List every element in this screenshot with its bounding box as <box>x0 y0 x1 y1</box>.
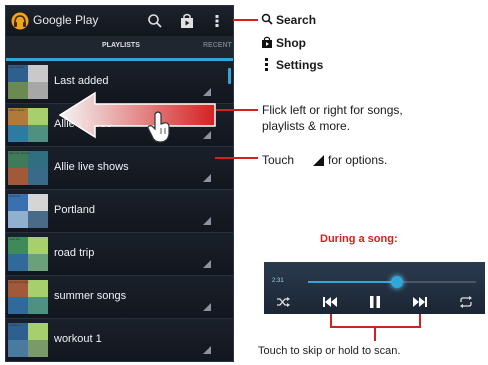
list-item[interactable]: workout 1 workout 1 <box>6 319 233 361</box>
album-art-tile <box>28 194 48 211</box>
seek-track[interactable] <box>308 276 476 288</box>
pause-icon[interactable] <box>368 295 382 309</box>
tab-strip: PLAYLISTS RECENT <box>6 36 233 61</box>
app-title: Google Play <box>33 13 99 27</box>
overflow-menu-icon <box>265 58 268 71</box>
list-item[interactable]: road trip road trip <box>6 233 233 276</box>
playlist-name: Portland <box>54 204 95 216</box>
options-triangle-icon[interactable] <box>202 216 212 226</box>
playlist-thumbnail: Portland <box>8 194 48 228</box>
skip-scan-note: Touch to skip or hold to scan. <box>258 345 401 357</box>
album-art-tile <box>8 211 28 228</box>
callout-touch-suffix: for options. <box>328 153 388 167</box>
overflow-menu-icon[interactable] <box>208 12 226 30</box>
during-song-heading: During a song: <box>320 233 398 245</box>
playlist-name: Allie live shows <box>54 161 129 173</box>
album-art-tile <box>28 340 48 357</box>
options-triangle-icon <box>313 155 324 166</box>
shuffle-icon[interactable] <box>276 296 290 308</box>
playlist-thumbnail: summer songs <box>8 280 48 314</box>
thumbnail-caption: workout 1 <box>9 323 23 327</box>
playlist-name: summer songs <box>54 290 127 302</box>
album-art-tile <box>28 151 48 168</box>
tab-playlists[interactable]: PLAYLISTS <box>102 42 140 49</box>
seek-thumb[interactable] <box>391 276 404 288</box>
album-art-tile <box>8 340 28 357</box>
list-item[interactable]: summer songs summer songs <box>6 276 233 319</box>
list-item[interactable]: Allie's faves Allie's faves <box>6 104 233 147</box>
album-art-tile <box>8 168 28 185</box>
action-bar: Google Play <box>6 6 233 36</box>
phone-screen: Google Play PLAYLISTS RECENT Last added L… <box>5 5 234 362</box>
thumbnail-caption: summer songs <box>9 280 29 284</box>
album-art-tile <box>8 254 28 271</box>
repeat-icon[interactable] <box>459 296 473 308</box>
callout-settings: Settings <box>276 58 324 72</box>
album-art-tile <box>28 254 48 271</box>
album-art-tile <box>28 280 48 297</box>
playlist-name: Allie's faves <box>54 118 112 130</box>
thumbnail-caption: Portland <box>9 194 21 198</box>
callout-shop: Shop <box>276 36 306 50</box>
album-art-tile <box>28 125 48 142</box>
thumbnail-caption: Last added <box>9 65 24 69</box>
skip-bracket <box>330 314 421 328</box>
album-art-tile <box>28 323 48 340</box>
album-art-tile <box>28 211 48 228</box>
album-art-tile <box>28 108 48 125</box>
tab-recent[interactable]: RECENT <box>203 42 232 49</box>
playlist-thumbnail: workout 1 <box>8 323 48 357</box>
playlist-list: Last added Last added Allie's faves Allie's… <box>6 61 233 361</box>
callout-touch-prefix: Touch <box>262 153 295 167</box>
playlist-thumbnail: Last added <box>8 65 48 99</box>
thumbnail-caption: Allie live shows <box>9 151 30 155</box>
album-art-tile <box>8 125 28 142</box>
playlist-name: Last added <box>54 75 109 87</box>
list-item[interactable]: Allie live shows Allie live shows <box>6 147 233 190</box>
album-art-tile <box>8 82 28 99</box>
list-item[interactable]: Portland Portland <box>6 190 233 233</box>
album-art-tile <box>8 297 28 314</box>
options-triangle-icon[interactable] <box>202 87 212 97</box>
list-item[interactable]: Last added Last added <box>6 61 233 104</box>
callout-flick-line1: Flick left or right for songs, <box>262 103 403 117</box>
playlist-name: workout 1 <box>54 333 102 345</box>
options-triangle-icon[interactable] <box>202 130 212 140</box>
playlist-thumbnail: road trip <box>8 237 48 271</box>
thumbnail-caption: road trip <box>9 237 21 241</box>
shop-icon[interactable] <box>178 12 196 30</box>
options-triangle-icon[interactable] <box>202 345 212 355</box>
headphones-icon[interactable] <box>11 12 29 30</box>
seek-progress <box>308 281 398 283</box>
thumbnail-caption: Allie's faves <box>9 108 25 112</box>
album-art-tile <box>28 168 48 185</box>
search-icon <box>261 13 273 25</box>
playlist-name: road trip <box>54 247 95 259</box>
shop-icon <box>262 36 272 48</box>
album-art-tile <box>28 237 48 254</box>
callout-flick-line2: playlists & more. <box>262 119 351 133</box>
scrollbar[interactable] <box>228 68 231 84</box>
player-controls: 2:31 <box>264 262 485 314</box>
album-art-tile <box>28 297 48 314</box>
callout-search: Search <box>276 13 317 27</box>
next-icon[interactable] <box>412 295 428 309</box>
playlist-thumbnail: Allie live shows <box>8 151 48 185</box>
album-art-tile <box>28 82 48 99</box>
options-triangle-icon[interactable] <box>202 173 212 183</box>
options-triangle-icon[interactable] <box>202 302 212 312</box>
search-icon[interactable] <box>146 12 164 30</box>
playlist-thumbnail: Allie's faves <box>8 108 48 142</box>
previous-icon[interactable] <box>322 295 338 309</box>
options-triangle-icon[interactable] <box>202 259 212 269</box>
elapsed-time: 2:31 <box>272 278 284 284</box>
album-art-tile <box>28 65 48 82</box>
